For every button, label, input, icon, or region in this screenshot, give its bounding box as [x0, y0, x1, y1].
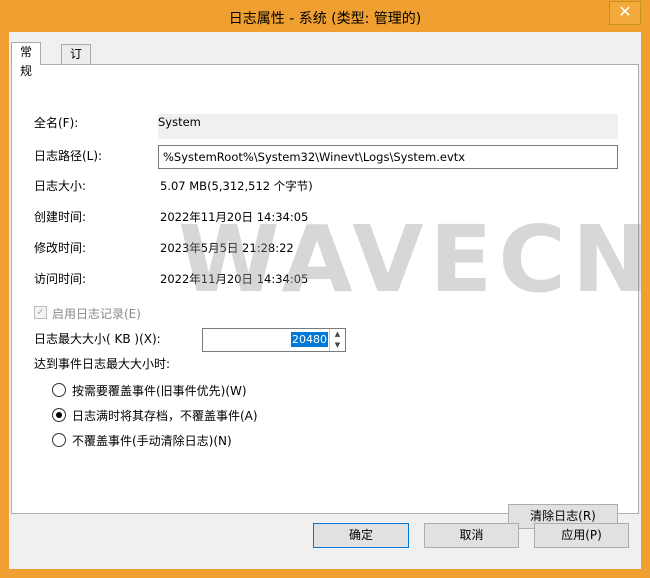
spinner-arrows: ▲ ▼ [329, 329, 345, 351]
window-title: 日志属性 - 系统 (类型: 管理的) [228, 11, 422, 27]
option-archive-label: 日志满时将其存档，不覆盖事件(A) [72, 409, 258, 423]
accessed-label: 访问时间: [34, 272, 87, 286]
max-size-spinner[interactable]: 20480 ▲ ▼ [202, 328, 346, 352]
tab-general[interactable]: 常规 [11, 42, 42, 78]
radio-selected-dot [56, 412, 62, 418]
spin-down-icon[interactable]: ▼ [330, 340, 345, 350]
close-icon: ✕ [618, 2, 632, 21]
log-size-value: 5.07 MB(5,312,512 个字节) [160, 179, 313, 193]
max-size-label: 日志最大大小( KB )(X): [34, 332, 161, 346]
log-path-field[interactable]: %SystemRoot%\System32\Winevt\Logs\System… [158, 145, 618, 169]
enable-logging-checkbox[interactable]: ✓ [34, 306, 47, 319]
option-overwrite-label: 按需要覆盖事件(旧事件优先)(W) [72, 384, 247, 398]
modified-label: 修改时间: [34, 241, 87, 255]
tab-subscriptions[interactable]: 订阅 [61, 44, 92, 80]
full-name-field [158, 114, 618, 139]
radio-do-not-overwrite[interactable] [52, 433, 66, 447]
when-max-label: 达到事件日志最大大小时: [34, 357, 171, 371]
log-path-value: %SystemRoot%\System32\Winevt\Logs\System… [163, 150, 466, 164]
max-size-value[interactable]: 20480 [291, 332, 328, 347]
log-path-label: 日志路径(L): [34, 149, 103, 163]
ok-button[interactable]: 确定 [313, 523, 409, 548]
apply-button[interactable]: 应用(P) [534, 523, 629, 548]
close-button[interactable]: ✕ [609, 1, 641, 25]
radio-archive-when-full[interactable] [52, 408, 66, 422]
spin-up-icon[interactable]: ▲ [330, 329, 345, 339]
full-name-label: 全名(F): [34, 116, 79, 130]
log-size-label: 日志大小: [34, 179, 87, 193]
full-name-value: System [158, 115, 201, 129]
option-no-overwrite-label: 不覆盖事件(手动清除日志)(N) [72, 434, 232, 448]
title-bar[interactable]: 日志属性 - 系统 (类型: 管理的) ✕ [1, 1, 649, 33]
radio-overwrite-as-needed[interactable] [52, 383, 66, 397]
watermark-text: WAVECN [178, 206, 650, 313]
cancel-button[interactable]: 取消 [424, 523, 519, 548]
created-label: 创建时间: [34, 210, 87, 224]
enable-logging-label: 启用日志记录(E) [52, 307, 141, 321]
